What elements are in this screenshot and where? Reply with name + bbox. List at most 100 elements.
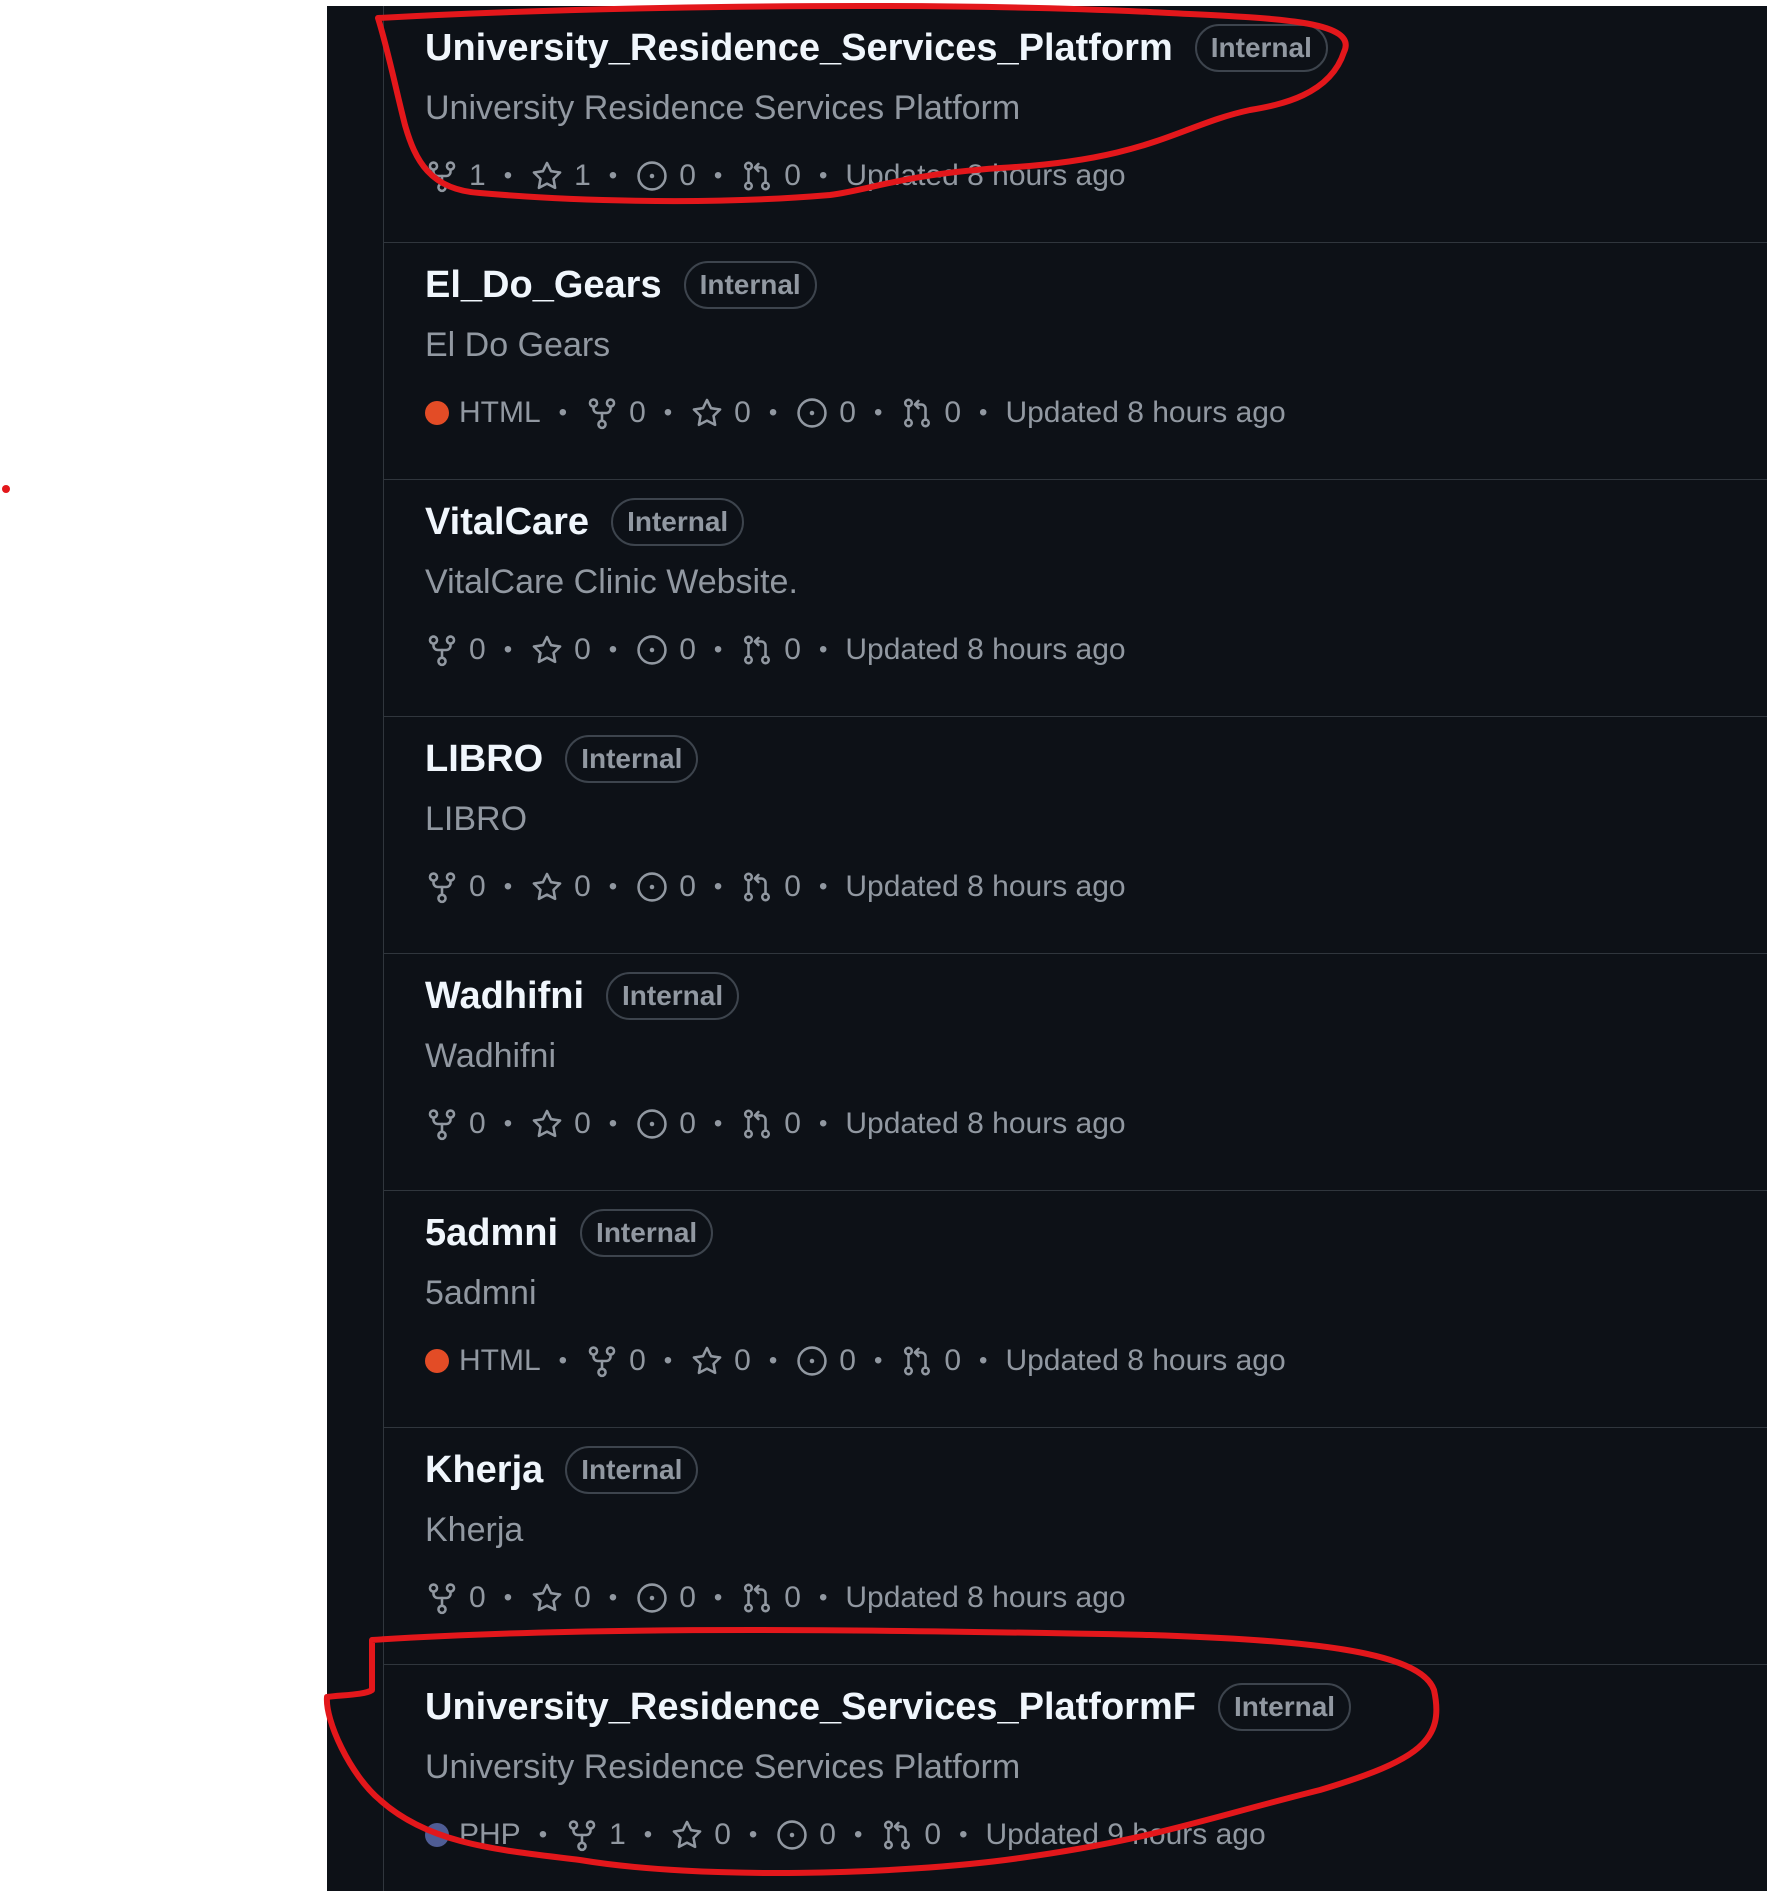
meta-count: 0 (679, 159, 696, 192)
repo-forked-icon (585, 1344, 629, 1378)
star-icon (530, 1107, 574, 1141)
language-color-dot (425, 1349, 449, 1373)
issue-opened-icon (635, 1581, 679, 1615)
forks-count-link[interactable]: 0 (585, 1344, 646, 1378)
repo-title-row: 5admni Internal (425, 1205, 714, 1261)
visibility-badge: Internal (683, 261, 817, 309)
forks-count-link[interactable]: 1 (565, 1818, 626, 1852)
forks-count-link[interactable]: 0 (585, 396, 646, 430)
repo-forked-icon (425, 633, 469, 667)
git-pull-request-icon (880, 1818, 924, 1852)
meta-count: 0 (944, 1344, 962, 1377)
repo-list-item: 5admni Internal 5admni HTML • 0 • 0 • 0 • 0 • Updated… (384, 1191, 1767, 1428)
meta-separator: • (818, 873, 828, 900)
pull-requests-count-link[interactable]: 0 (740, 159, 801, 193)
issues-count-link[interactable]: 0 (635, 1581, 696, 1615)
pull-requests-count-link[interactable]: 0 (900, 396, 961, 430)
stars-count-link[interactable]: 0 (530, 1581, 591, 1615)
pull-requests-count-link[interactable]: 0 (740, 633, 801, 667)
pull-requests-count-link[interactable]: 0 (880, 1818, 941, 1852)
issues-count-link[interactable]: 0 (635, 633, 696, 667)
repo-description: Wadhifni (425, 1037, 557, 1075)
visibility-badge: Internal (611, 498, 745, 546)
repo-title-row: VitalCare Internal (425, 494, 745, 550)
meta-separator: • (873, 399, 883, 426)
pull-requests-count-link[interactable]: 0 (740, 1107, 801, 1141)
stars-count-link[interactable]: 0 (530, 633, 591, 667)
repo-forked-icon (565, 1818, 609, 1852)
meta-count: 0 (734, 1344, 751, 1377)
stars-count-link[interactable]: 0 (670, 1818, 731, 1852)
repo-title-row: University_Residence_Services_Platform In… (425, 20, 1328, 76)
meta-count: 0 (734, 396, 751, 429)
meta-separator: • (663, 399, 673, 426)
repo-meta-row: 0 • 0 • 0 • 0 • Updated 8 hours ago (425, 865, 1126, 909)
forks-count-link[interactable]: 0 (425, 870, 486, 904)
repo-name-link[interactable]: 5admni (425, 1212, 558, 1255)
meta-count: 0 (839, 1344, 856, 1377)
stars-count-link[interactable]: 0 (530, 1107, 591, 1141)
issues-count-link[interactable]: 0 (795, 1344, 856, 1378)
repo-list-item: University_Residence_Services_PlatformF I… (384, 1665, 1767, 1891)
star-icon (690, 1344, 734, 1378)
meta-separator: • (768, 1347, 778, 1374)
stars-count-link[interactable]: 0 (690, 1344, 751, 1378)
meta-count: 0 (784, 159, 801, 192)
meta-separator: • (608, 162, 618, 189)
repo-meta-row: 0 • 0 • 0 • 0 • Updated 8 hours ago (425, 1576, 1126, 1620)
forks-count-link[interactable]: 0 (425, 633, 486, 667)
repo-meta-row: 1 • 1 • 0 • 0 • Updated 8 hours ago (425, 154, 1126, 198)
repo-forked-icon (425, 1107, 469, 1141)
repo-meta-row: 0 • 0 • 0 • 0 • Updated 8 hours ago (425, 1102, 1126, 1146)
issues-count-link[interactable]: 0 (635, 159, 696, 193)
repo-list-item: El_Do_Gears Internal El Do Gears HTML • 0 • 0 • 0… (384, 243, 1767, 480)
issues-count-link[interactable]: 0 (635, 1107, 696, 1141)
forks-count-link[interactable]: 0 (425, 1107, 486, 1141)
pull-requests-count-link[interactable]: 0 (740, 870, 801, 904)
forks-count-link[interactable]: 1 (425, 159, 486, 193)
repository-list: University_Residence_Services_Platform In… (383, 6, 1767, 1891)
issues-count-link[interactable]: 0 (795, 396, 856, 430)
stars-count-link[interactable]: 1 (530, 159, 591, 193)
forks-count-link[interactable]: 0 (425, 1581, 486, 1615)
repo-forked-icon (425, 1581, 469, 1615)
repo-name-link[interactable]: University_Residence_Services_Platform (425, 27, 1173, 70)
meta-count: 0 (469, 1107, 486, 1140)
issues-count-link[interactable]: 0 (775, 1818, 836, 1852)
updated-time: Updated 8 hours ago (845, 1107, 1126, 1140)
repo-meta-row: HTML • 0 • 0 • 0 • 0 • Updated 8 hours ago (425, 391, 1286, 435)
meta-count: 0 (784, 633, 801, 666)
stars-count-link[interactable]: 0 (690, 396, 751, 430)
visibility-badge: Internal (606, 972, 740, 1020)
updated-time: Updated 8 hours ago (845, 1581, 1126, 1614)
meta-separator: • (713, 873, 723, 900)
meta-separator: • (713, 162, 723, 189)
repo-forked-icon (585, 396, 629, 430)
updated-time: Updated 8 hours ago (1005, 396, 1286, 429)
meta-count: 0 (574, 1581, 591, 1614)
meta-count: 0 (469, 870, 486, 903)
meta-separator: • (503, 873, 513, 900)
issues-count-link[interactable]: 0 (635, 870, 696, 904)
meta-count: 0 (679, 870, 696, 903)
meta-separator: • (713, 636, 723, 663)
repo-name-link[interactable]: University_Residence_Services_PlatformF (425, 1686, 1196, 1729)
meta-count: 0 (469, 633, 486, 666)
meta-count: 0 (819, 1818, 836, 1851)
meta-count: 0 (574, 633, 591, 666)
repo-name-link[interactable]: Wadhifni (425, 975, 584, 1018)
meta-separator: • (713, 1110, 723, 1137)
repo-list-item: VitalCare Internal VitalCare Clinic Websit… (384, 480, 1767, 717)
repo-name-link[interactable]: El_Do_Gears (425, 264, 662, 307)
issue-opened-icon (635, 633, 679, 667)
repo-name-link[interactable]: VitalCare (425, 501, 589, 544)
star-icon (530, 633, 574, 667)
repo-name-link[interactable]: Kherja (425, 1449, 543, 1492)
stars-count-link[interactable]: 0 (530, 870, 591, 904)
pull-requests-count-link[interactable]: 0 (900, 1344, 961, 1378)
pull-requests-count-link[interactable]: 0 (740, 1581, 801, 1615)
repo-name-link[interactable]: LIBRO (425, 738, 543, 781)
language-indicator: PHP (425, 1818, 521, 1852)
meta-separator: • (558, 1347, 568, 1374)
star-icon (690, 396, 734, 430)
